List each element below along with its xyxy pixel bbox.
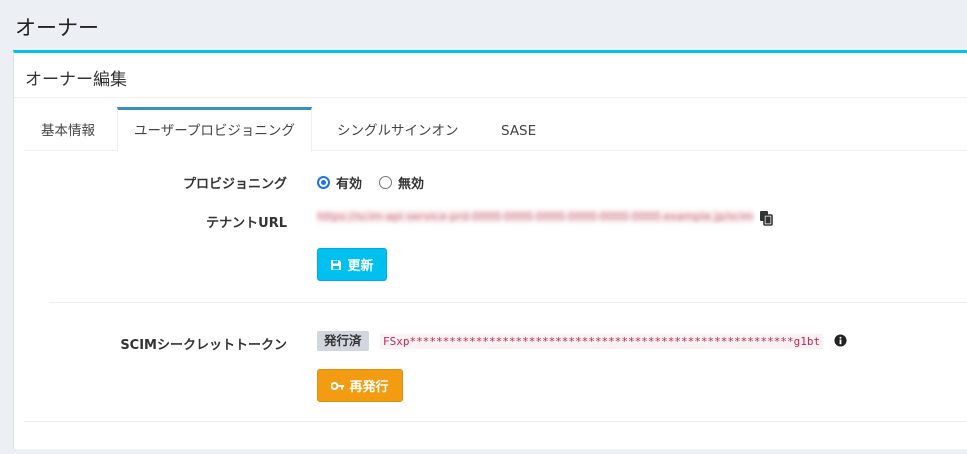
provisioning-enabled-radio[interactable]: 有効 <box>317 173 362 192</box>
radio-checked-icon[interactable] <box>317 176 330 189</box>
key-icon <box>331 381 345 390</box>
tab-single-sign-on[interactable]: シングルサインオン <box>337 107 459 151</box>
provisioning-label: プロビジョニング <box>182 177 287 192</box>
provisioning-disabled-radio[interactable]: 無効 <box>379 173 424 192</box>
page-title: オーナー <box>15 16 99 40</box>
tab-basic-info[interactable]: 基本情報 <box>41 107 95 151</box>
copy-icon[interactable] <box>759 210 773 226</box>
update-button[interactable]: 更新 <box>317 248 387 281</box>
floppy-disk-icon <box>331 259 342 270</box>
footer-divider <box>24 421 967 422</box>
reissue-button-label: 再発行 <box>349 380 389 395</box>
tenant-url-value: https://scim-api-service-prd-0000-0000-0… <box>317 210 753 223</box>
info-circle-icon[interactable] <box>834 334 847 347</box>
tab-sase[interactable]: SASE <box>501 107 536 151</box>
owner-edit-panel: オーナー編集 基本情報 ユーザープロビジョニング シングルサインオン SASE … <box>13 50 967 449</box>
tab-user-provisioning[interactable]: ユーザープロビジョニング <box>117 107 312 152</box>
panel-title: オーナー編集 <box>14 53 967 98</box>
section-divider <box>49 302 967 303</box>
radio-unchecked-icon[interactable] <box>379 176 392 189</box>
scim-token-label: SCIMシークレットトークン <box>120 338 287 353</box>
reissue-button[interactable]: 再発行 <box>317 369 403 402</box>
tenant-url-label: テナントURL <box>206 216 287 231</box>
update-button-label: 更新 <box>347 259 374 274</box>
radio-label-enabled: 有効 <box>336 177 363 192</box>
scim-token-value: FSxp************************************… <box>380 334 824 349</box>
status-badge: 発行済 <box>317 331 369 351</box>
tab-bar: 基本情報 ユーザープロビジョニング シングルサインオン SASE <box>24 107 967 152</box>
radio-label-disabled: 無効 <box>398 177 425 192</box>
